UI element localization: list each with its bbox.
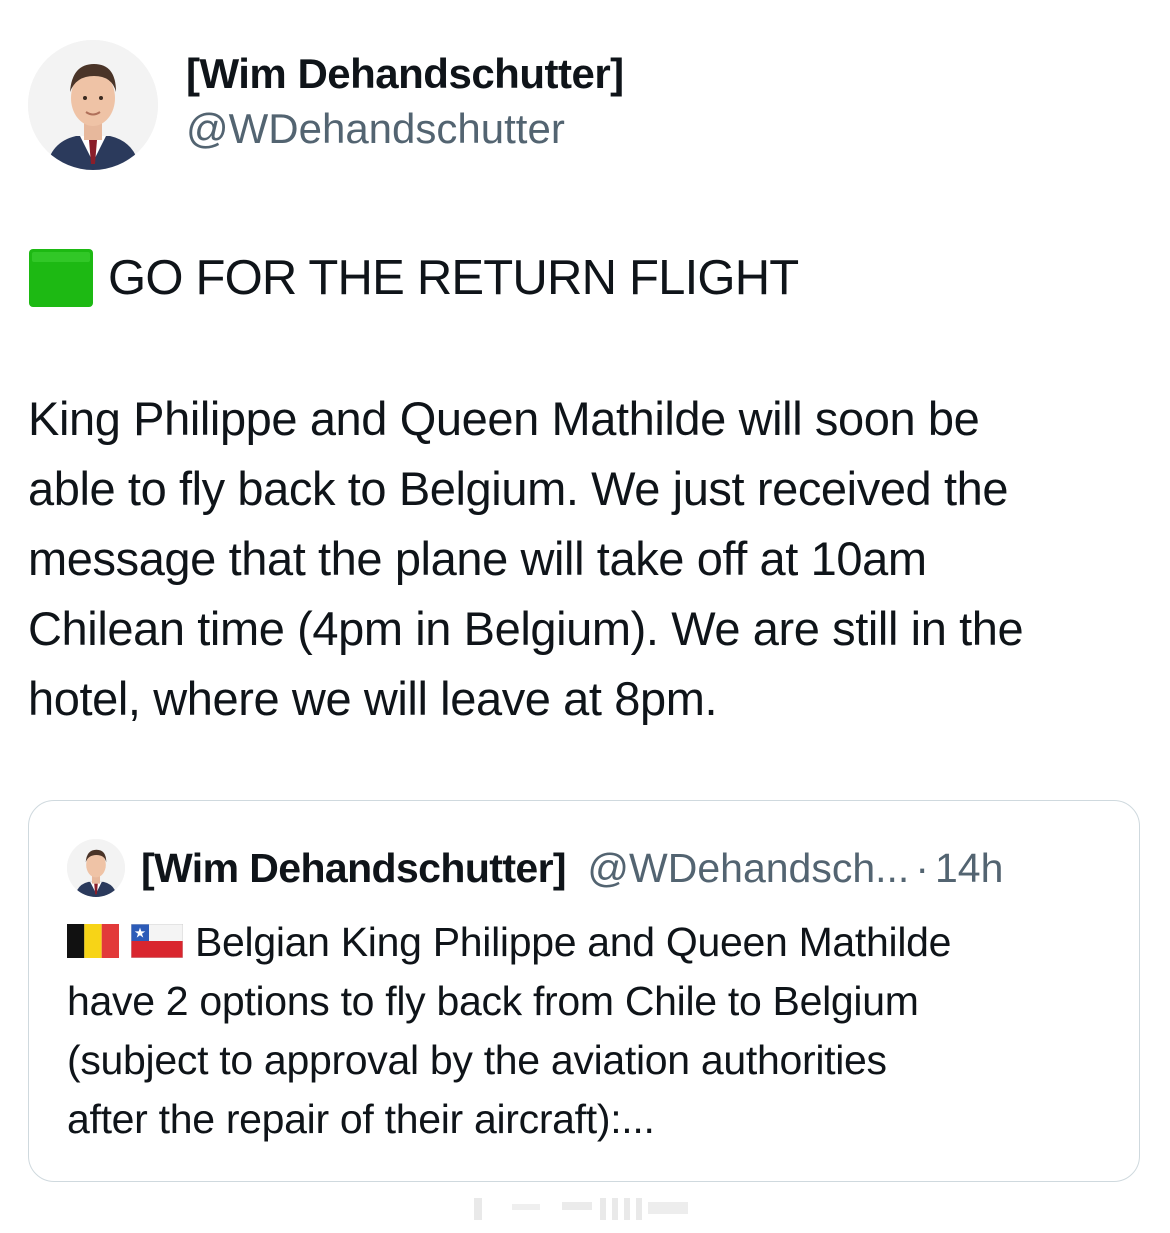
quoted-tweet-time[interactable]: 14h [935,845,1003,891]
author-avatar[interactable] [28,40,158,170]
quoted-tweet-line: (subject to approval by the aviation aut… [67,1037,887,1083]
headline-text: GO FOR THE RETURN FLIGHT [108,251,799,305]
quoted-tweet-line: Belgian King Philippe and Queen Mathilde [67,913,1127,972]
quoted-author-display-name[interactable]: [Wim Dehandschutter] [141,845,567,891]
profile-photo-icon [67,839,125,897]
profile-photo-icon [28,40,158,170]
tweet-body-line: King Philippe and Queen Mathilde will so… [28,392,980,445]
author-display-name[interactable]: [Wim Dehandschutter] [186,50,624,98]
tweet-body-line: hotel, where we will leave at 8pm. [28,672,718,725]
quoted-tweet-line: have 2 options to fly back from Chile to… [67,978,919,1024]
quoted-tweet-header: [Wim Dehandschutter] @WDehandsch... · 14h [141,845,1003,892]
watermark-icon [474,1198,688,1220]
author-handle[interactable]: @WDehandschutter [186,105,565,153]
tweet-headline: GO FOR THE RETURN FLIGHT [28,248,799,308]
green-square-emoji-icon [29,249,93,307]
quoted-author-handle[interactable]: @WDehandsch... [587,845,909,891]
belgium-flag-icon [67,924,119,958]
quoted-tweet-line-text: Belgian King Philippe and Queen Mathilde [195,919,952,965]
quoted-tweet-body: Belgian King Philippe and Queen Mathilde… [67,913,1127,1149]
tweet-body: King Philippe and Queen Mathilde will so… [28,384,1148,734]
quoted-tweet-line: after the repair of their aircraft):... [67,1096,655,1142]
header-separator: · [915,845,929,891]
chile-flag-icon [131,924,183,958]
quoted-author-avatar[interactable] [67,839,125,897]
tweet-body-line: message that the plane will take off at … [28,532,927,585]
tweet-body-line: Chilean time (4pm in Belgium). We are st… [28,602,1024,655]
quoted-tweet-card[interactable]: [Wim Dehandschutter] @WDehandsch... · 14h … [28,800,1140,1182]
tweet-body-line: able to fly back to Belgium. We just rec… [28,462,1009,515]
